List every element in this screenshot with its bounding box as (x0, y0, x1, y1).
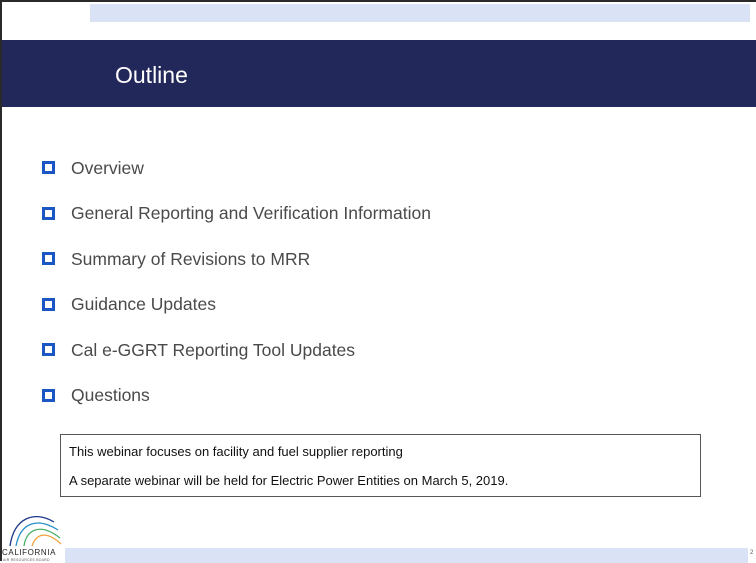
logo-arcs-icon (9, 516, 62, 547)
page-number: 2 (750, 550, 754, 556)
logo-name: CALIFORNIA (2, 548, 57, 557)
carb-logo: CALIFORNIA AIR RESOURCES BOARD (2, 504, 64, 563)
bullet-item: Overview (42, 145, 431, 191)
note-line-facility: This webinar focuses on facility and fue… (69, 444, 403, 459)
bullet-label: Summary of Revisions to MRR (71, 248, 311, 269)
webinar-note-box: This webinar focuses on facility and fue… (60, 434, 701, 497)
bullet-item: Guidance Updates (42, 282, 431, 328)
square-bullet-icon (42, 252, 55, 266)
square-bullet-icon (42, 297, 55, 311)
bullet-label: Questions (71, 385, 150, 406)
square-bullet-icon (42, 161, 55, 175)
slide-title: Outline (115, 62, 188, 88)
square-bullet-icon (42, 388, 55, 402)
bullet-item: General Reporting and Verification Infor… (42, 191, 431, 237)
bullet-item: Questions (42, 373, 431, 419)
bullet-label: Cal e-GGRT Reporting Tool Updates (71, 339, 356, 360)
top-accent-strip (90, 4, 750, 22)
square-bullet-icon (42, 206, 55, 220)
bullet-label: Guidance Updates (71, 294, 216, 315)
slide: Outline Overview General Reporting and V… (0, 0, 756, 563)
bullet-label: Overview (71, 157, 144, 178)
bullet-list: Overview General Reporting and Verificat… (42, 145, 431, 418)
note-line-epe-webinar: A separate webinar will be held for Elec… (69, 473, 509, 488)
bullet-item: Summary of Revisions to MRR (42, 236, 431, 282)
bullet-label: General Reporting and Verification Infor… (71, 203, 431, 224)
bullet-item: Cal e-GGRT Reporting Tool Updates (42, 327, 431, 373)
square-bullet-icon (42, 343, 55, 357)
logo-subtitle: AIR RESOURCES BOARD (3, 558, 50, 562)
